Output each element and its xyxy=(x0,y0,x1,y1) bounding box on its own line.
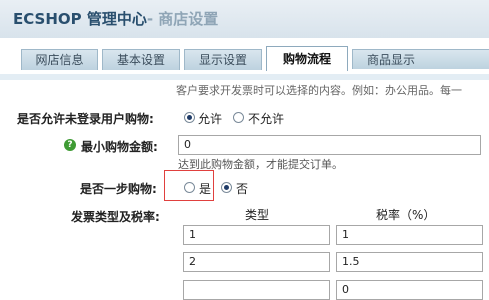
page-title: ECSHOP 管理中心- 商店设置 xyxy=(13,8,218,29)
help-icon[interactable]: ? xyxy=(64,139,76,151)
page-subtitle: - 商店设置 xyxy=(146,10,219,28)
invoice-rate-input[interactable]: 0 xyxy=(336,280,483,300)
invoice-type-input[interactable]: 1 xyxy=(183,225,330,245)
tab-checkout-flow[interactable]: 购物流程 xyxy=(266,46,348,71)
title-bar: ECSHOP 管理中心- 商店设置 xyxy=(0,0,489,38)
invoice-type-header: 类型 xyxy=(245,208,270,222)
app-title: ECSHOP 管理中心 xyxy=(13,10,147,28)
tab-display-settings[interactable]: 显示设置 xyxy=(184,49,262,70)
tab-basic-settings[interactable]: 基本设置 xyxy=(102,49,180,70)
one-step-label: 是否一步购物: xyxy=(80,182,157,196)
invoice-rate-input[interactable]: 1 xyxy=(336,225,483,245)
tab-strip: 网店信息 基本设置 显示设置 购物流程 商品显示 xyxy=(0,38,489,80)
one-step-no-radio[interactable] xyxy=(221,182,232,193)
tab-shop-info[interactable]: 网店信息 xyxy=(21,49,98,70)
tab-product-display[interactable]: 商品显示 xyxy=(352,49,489,69)
guest-checkout-allow-radio[interactable] xyxy=(184,112,195,123)
invoice-rate-input[interactable]: 1.5 xyxy=(336,252,483,272)
one-step-no-label: 否 xyxy=(236,182,249,196)
guest-checkout-allow-label: 允许 xyxy=(198,112,223,126)
guest-checkout-deny-radio[interactable] xyxy=(233,112,244,123)
min-order-input[interactable]: 0 xyxy=(178,135,481,155)
one-step-yes-radio[interactable] xyxy=(184,182,195,193)
guest-checkout-label: 是否允许未登录用户购物: xyxy=(17,112,154,126)
invoice-rate-header: 税率（%） xyxy=(376,208,436,222)
guest-checkout-deny-label: 不允许 xyxy=(248,112,285,126)
min-order-label: 最小购物金额: xyxy=(81,140,158,154)
invoice-type-input[interactable]: 2 xyxy=(183,252,330,272)
one-step-yes-label: 是 xyxy=(199,182,212,196)
invoice-content-note: 客户要求开发票时可以选择的内容。例如：办公用品。每一 xyxy=(176,84,462,97)
invoice-type-input[interactable] xyxy=(183,280,330,300)
invoice-label: 发票类型及税率: xyxy=(71,210,160,224)
